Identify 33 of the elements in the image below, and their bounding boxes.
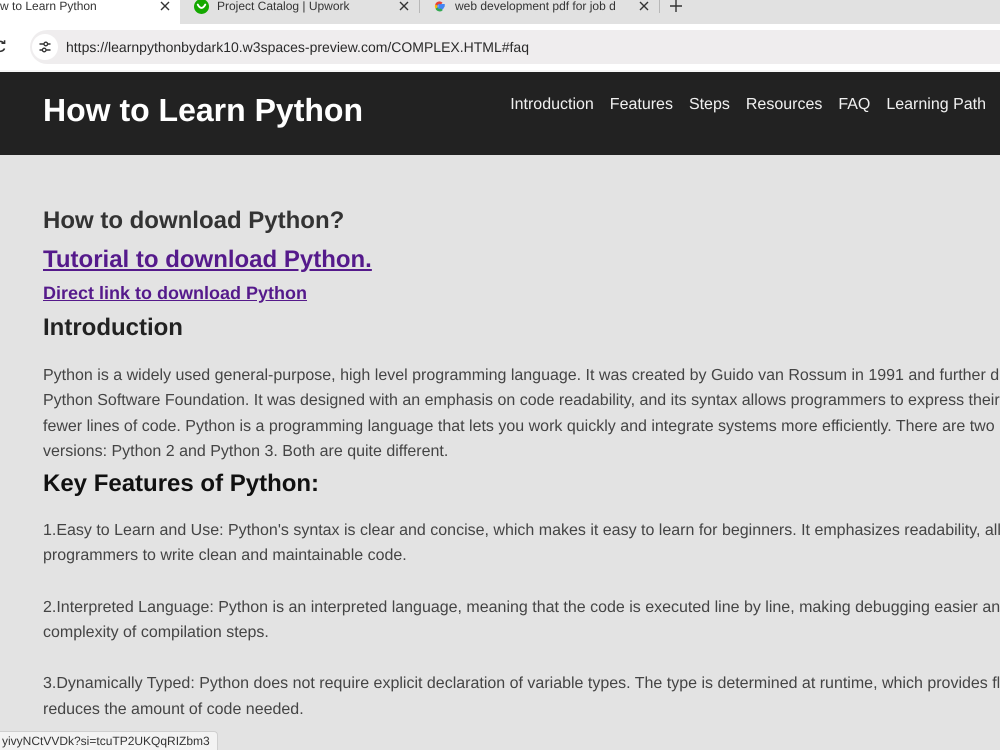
ring-logo-icon: [432, 0, 447, 14]
new-tab-button[interactable]: [670, 0, 682, 12]
close-icon: [160, 1, 170, 11]
paragraph: Python is a widely used general-purpose, high level programming language. It was created by Guido van Rossum in 1991 and further d Python Software Foundation. It was designed with an emphasis on code readability, and its syntax allows programmers to express their fewer lines of code. Python is a programming language that lets you work quickly and integrate systems more efficiently. There are two versions: Python 2 and Python 3. Both are quite different.: [43, 366, 1000, 462]
section-heading: Key Features of Python:: [43, 470, 320, 498]
feature-paragraph: 3.Dynamically Typed: Python does not require explicit declaration of variable types. The type is determined at runtime, which provides fl reduces the amount of code needed.: [43, 674, 1000, 720]
close-icon: [399, 1, 409, 11]
site-title: How to Learn Python: [43, 92, 363, 129]
section-heading: Introduction: [43, 314, 183, 342]
plus-icon: [670, 0, 682, 12]
nav-link[interactable]: Introduction: [510, 96, 594, 114]
feature-paragraph: 1.Easy to Learn and Use: Python's syntax is clear and concise, which makes it easy to learn for beginners. It emphasizes readability, all programmers to write clean and maintainable code.: [43, 521, 1000, 566]
nav-link[interactable]: Features: [610, 96, 673, 114]
close-tab-button[interactable]: [160, 1, 170, 11]
close-icon: [639, 1, 649, 11]
section-heading: How to download Python?: [43, 207, 344, 235]
close-tab-button[interactable]: [399, 1, 409, 11]
close-tab-button[interactable]: [639, 1, 649, 11]
browser-tab[interactable]: w to Learn Python: [0, 0, 180, 24]
status-url: yivyNCtVVDk?si=tcuTP2UKQqRIZbm3: [0, 731, 218, 750]
reload-icon[interactable]: [0, 40, 6, 54]
nav-link[interactable]: Steps: [688, 96, 730, 114]
browser-tab[interactable]: Project Catalog | Upwork: [180, 0, 420, 13]
address-bar[interactable]: https://learnpythonbydark10.w3spaces-preview.com/COMPLEX.HTML#faq: [30, 30, 1000, 64]
nav-link[interactable]: Learning Path: [886, 96, 986, 114]
nav-link[interactable]: Resources: [746, 96, 822, 114]
download-link[interactable]: Direct link to download Python: [43, 283, 308, 304]
site-settings-icon[interactable]: [32, 34, 58, 60]
disc-logo-icon: [194, 0, 209, 14]
browser-tab[interactable]: web development pdf for job d: [420, 0, 660, 13]
nav-link[interactable]: FAQ: [838, 96, 870, 114]
download-link[interactable]: Tutorial to download Python.: [43, 246, 372, 274]
feature-paragraph: 2.Interpreted Language: Python is an interpreted language, meaning that the code is executed line by line, making debugging easier an complexity of compilation steps.: [43, 598, 1000, 644]
